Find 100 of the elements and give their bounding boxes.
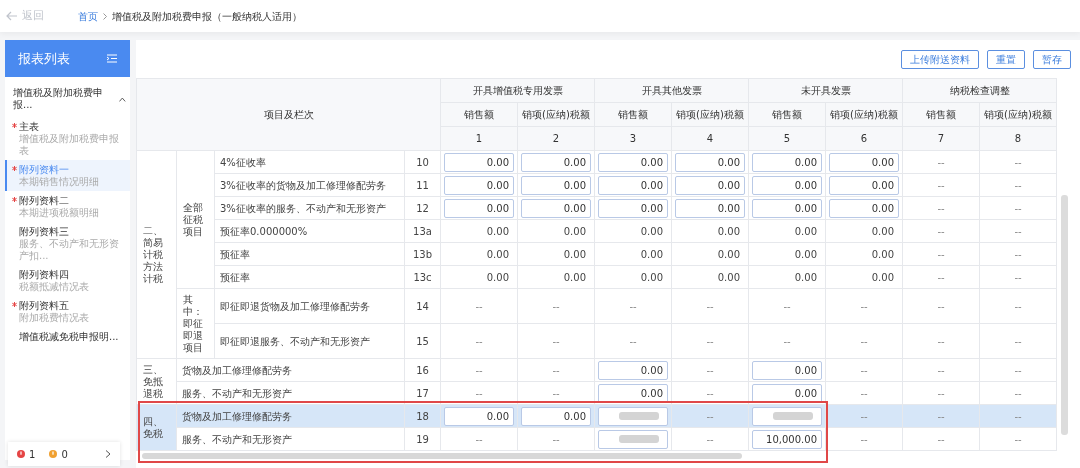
table-cell: -- [1014,335,1022,347]
line-number: 15 [416,335,429,347]
item-cell[interactable]: 即征即退货物及加工修理修配劳务 [214,288,405,324]
breadcrumb-link[interactable]: 首页 [78,8,98,24]
report-group[interactable]: 增值税及附加税费申报... [5,87,130,111]
table-cell: -- [937,387,945,399]
table-cell: -- [706,364,714,376]
table-cell: -- [1014,410,1022,422]
table-cell: -- [937,300,945,312]
report-subtitle: 本期销售情况明细 [19,176,100,188]
amount-field[interactable]: 0.00 [752,360,822,380]
item-cell[interactable]: 预征率 [214,265,405,289]
amount-field[interactable]: 0.00 [752,175,822,195]
amount-field[interactable]: 10,000.00 [752,429,822,449]
report-item[interactable]: 附列资料四 税额抵减情况表 [5,265,130,296]
table-cell: 0.00 [717,248,740,260]
amount-field[interactable]: 0.00 [675,198,745,218]
table-cell: -- [1014,300,1022,312]
report-item[interactable]: 增值税减免税申报明... [5,327,130,346]
amount-field[interactable]: 0.00 [444,198,514,218]
table-cell: -- [475,335,483,347]
amount-field[interactable]: 0.00 [598,198,668,218]
column-number: 6 [860,133,868,144]
table-cell: 0.00 [640,248,663,260]
table-cell: -- [937,271,945,283]
column-header: 销售额 [618,109,648,120]
line-number: 11 [416,179,429,191]
table-cell: -- [475,433,483,445]
table-cell: -- [552,300,560,312]
amount-field[interactable]: 0.00 [598,152,668,172]
column-header: 项目及栏次 [263,109,314,120]
report-item[interactable]: 附列资料二 本期进项税额明细 [5,191,130,222]
amount-field[interactable]: 0.00 [521,152,591,172]
amount-field[interactable]: 0.00 [752,198,822,218]
table-cell: -- [706,410,714,422]
report-subtitle: 本期进项税额明细 [19,207,100,219]
column-number: 8 [1014,133,1022,144]
line-number: 17 [416,387,429,399]
amount-field[interactable]: 0.00 [598,360,668,380]
report-title: 主表 [19,120,40,133]
column-number: 3 [629,133,637,144]
item-cell[interactable]: 货物及加工修理修配劳务 [176,404,405,428]
table-cell: -- [1014,156,1022,168]
amount-field[interactable]: 0.00 [829,198,899,218]
table-cell: -- [937,433,945,445]
amount-field[interactable]: 0.00 [444,152,514,172]
report-item[interactable]: 附列资料五 附加税费情况表 [5,296,130,327]
item-cell[interactable]: 货物及加工修理修配劳务 [176,358,405,382]
amount-field[interactable]: 0.00 [829,175,899,195]
column-header: 销售额 [926,109,956,120]
amount-field[interactable]: 0.00 [444,175,514,195]
table-cell: -- [937,410,945,422]
table-cell: 0.00 [563,248,586,260]
amount-field[interactable]: 0.00 [521,198,591,218]
amount-field[interactable]: 0.00 [598,175,668,195]
table-cell: 0.00 [794,271,817,283]
table-cell: -- [1014,387,1022,399]
table-cell: -- [1014,179,1022,191]
item-cell[interactable]: 预征率0.000000% [214,219,405,243]
amount-field[interactable]: 0.00 [444,406,514,426]
column-header: 销项(应纳)税额 [522,109,590,120]
table-cell: -- [783,335,791,347]
table-cell: -- [1014,248,1022,260]
line-number: 12 [416,202,429,214]
line-number: 14 [416,300,429,312]
line-number: 19 [416,433,429,445]
column-number: 4 [706,133,714,144]
line-number: 16 [416,364,429,376]
table-cell: -- [937,225,945,237]
amount-field[interactable]: 0.00 [675,175,745,195]
table-cell: -- [860,364,868,376]
table-cell: -- [1014,271,1022,283]
report-title: 附列资料一 [19,163,70,176]
table-cell: 0.00 [486,248,509,260]
column-number: 2 [552,133,560,144]
toolbar-button[interactable]: 暂存 [1033,50,1071,69]
table-cell: -- [1014,433,1022,445]
item-cell[interactable]: 预征率 [214,242,405,266]
table-cell: -- [860,335,868,347]
amount-field[interactable]: 0.00 [829,152,899,172]
item-cell[interactable]: 3%征收率的货物及加工修理修配劳务 [214,173,405,197]
table-cell: -- [475,387,483,399]
item-cell[interactable]: 即征即退服务、不动产和无形资产 [214,323,405,359]
item-cell[interactable]: 服务、不动产和无形资产 [176,427,405,451]
table-cell: -- [552,387,560,399]
amount-field[interactable]: 0.00 [752,152,822,172]
toolbar-button[interactable]: 重置 [987,50,1025,69]
amount-field[interactable]: 0.00 [521,175,591,195]
item-cell[interactable]: 4%征收率 [214,150,405,174]
toolbar-button[interactable]: 上传附送资料 [901,50,979,69]
warning-count: 0 [61,447,68,462]
table-cell: -- [937,248,945,260]
table-cell: 0.00 [871,271,894,283]
amount-field[interactable]: 0.00 [675,152,745,172]
item-cell[interactable]: 3%征收率的服务、不动产和无形资产 [214,196,405,220]
table-cell: -- [629,300,637,312]
report-item[interactable]: 主表 增值税及附加税费申报表 [5,117,130,160]
amount-field[interactable]: 0.00 [521,406,591,426]
report-item[interactable]: 附列资料三 服务、不动产和无形资产扣... [5,222,130,265]
line-number: 10 [416,156,429,168]
